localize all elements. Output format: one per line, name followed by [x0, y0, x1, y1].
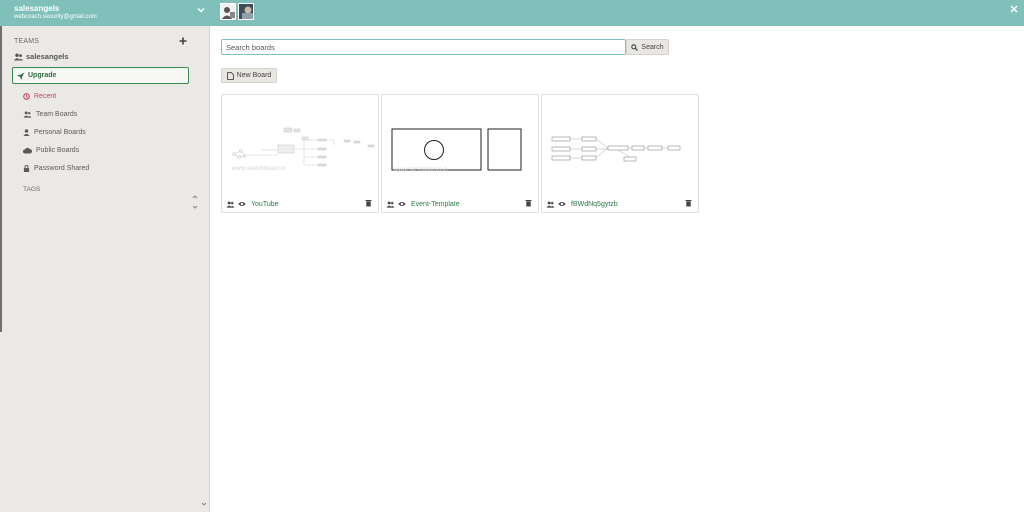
teams-label: TEAMS — [14, 38, 40, 45]
new-board-button[interactable]: New Board — [221, 68, 277, 83]
board-thumbnail[interactable] — [542, 95, 698, 193]
file-icon — [226, 71, 234, 80]
close-icon[interactable] — [1010, 5, 1018, 13]
team-name[interactable]: salesangels — [14, 52, 69, 61]
users-icon — [386, 200, 395, 208]
sidebar-item-label: Public Boards — [36, 147, 80, 154]
board-footer: Event-Template — [382, 197, 538, 211]
sidebar-item-label: Team Boards — [36, 111, 78, 118]
users-icon — [226, 200, 235, 208]
rocket-icon — [17, 72, 25, 79]
board-watermark: www.sketchboard.io — [231, 166, 286, 172]
board-card[interactable]: www.sketchboard.io YouTube — [221, 94, 379, 213]
chevron-down-icon[interactable] — [200, 500, 208, 508]
users-icon — [14, 53, 23, 60]
board-card[interactable]: fBWdNq5gytzb — [541, 94, 699, 213]
account-name: salesangels — [14, 4, 60, 13]
sidebar-item-label: Personal Boards — [34, 129, 86, 136]
team-name-label: salesangels — [26, 52, 69, 61]
sidebar-item-personal-boards[interactable]: Personal Boards — [23, 129, 86, 136]
cloud-icon — [23, 147, 32, 154]
account-switcher[interactable]: salesangels webcoach.security@gmail.com — [14, 4, 97, 21]
upgrade-label: Upgrade — [28, 72, 57, 79]
board-thumbnail[interactable]: www.sketchboard.io — [382, 95, 538, 193]
sidebar-item-label: Password Shared — [34, 165, 90, 172]
eye-icon — [558, 202, 566, 206]
board-footer: fBWdNq5gytzb — [542, 197, 698, 211]
search-button-label: Search — [641, 43, 664, 51]
board-title[interactable]: Event-Template — [411, 201, 460, 208]
tags-label: TAGS — [23, 186, 41, 193]
lock-icon — [23, 165, 30, 172]
sidebar: TEAMS salesangels Upgrade Recent Team Bo… — [0, 26, 210, 512]
search-icon — [631, 43, 639, 51]
board-thumbnail[interactable]: www.sketchboard.io — [222, 95, 378, 193]
eye-icon — [238, 202, 246, 206]
board-watermark: www.sketchboard.io — [393, 167, 448, 173]
account-email: webcoach.security@gmail.com — [14, 14, 97, 20]
board-title[interactable]: fBWdNq5gytzb — [571, 201, 618, 208]
user-icon — [23, 129, 30, 136]
window-edge — [0, 26, 2, 332]
top-bar: salesangels webcoach.security@gmail.com — [0, 0, 1024, 26]
sidebar-item-label: Recent — [34, 93, 57, 100]
chevron-down-icon[interactable] — [191, 203, 199, 211]
board-title[interactable]: YouTube — [251, 201, 279, 208]
avatar[interactable] — [220, 3, 236, 20]
users-icon — [23, 111, 32, 118]
users-icon — [546, 200, 555, 208]
avatar[interactable] — [238, 3, 254, 20]
sidebar-item-password-shared[interactable]: Password Shared — [23, 165, 89, 172]
trash-icon[interactable] — [365, 199, 372, 207]
board-footer: YouTube — [222, 197, 378, 211]
sidebar-item-recent[interactable]: Recent — [23, 93, 56, 100]
sidebar-item-public-boards[interactable]: Public Boards — [23, 147, 79, 154]
chevron-down-icon[interactable] — [196, 5, 206, 15]
board-card[interactable]: www.sketchboard.io Event-Template — [381, 94, 539, 213]
new-board-label: New Board — [236, 72, 272, 79]
sidebar-item-team-boards[interactable]: Team Boards — [23, 111, 77, 118]
trash-icon[interactable] — [525, 199, 532, 207]
sidebar-scrollbar[interactable] — [191, 193, 199, 213]
eye-icon — [398, 202, 406, 206]
clock-icon — [23, 93, 30, 100]
search-button[interactable]: Search — [626, 39, 669, 55]
chevron-up-icon[interactable] — [191, 193, 199, 201]
add-team-icon[interactable] — [179, 37, 187, 45]
trash-icon[interactable] — [685, 199, 692, 207]
upgrade-button[interactable]: Upgrade — [12, 67, 189, 84]
search-input[interactable] — [221, 39, 626, 55]
